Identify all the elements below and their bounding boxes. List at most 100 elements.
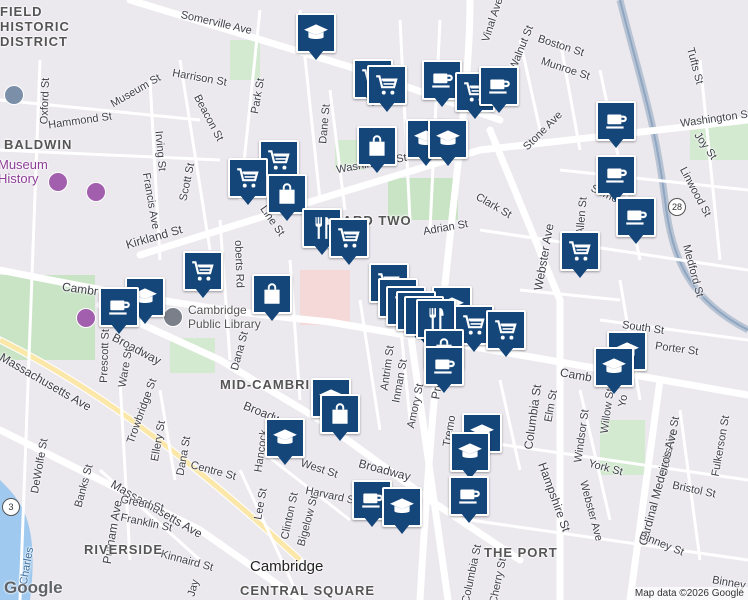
marker-tip xyxy=(332,431,348,441)
marker-tip xyxy=(394,524,410,534)
marker-tip xyxy=(498,347,514,357)
cart-icon xyxy=(192,261,214,281)
marker-tip xyxy=(608,138,624,148)
marker-body xyxy=(616,197,656,237)
marker-body xyxy=(450,432,490,472)
coffee-cup-icon xyxy=(459,489,480,504)
marker-body xyxy=(99,287,139,327)
poi-line: Museum xyxy=(0,157,48,172)
city-label: Cambridge xyxy=(250,558,324,575)
shopping-bag-icon xyxy=(369,135,385,156)
school-marker[interactable] xyxy=(450,432,490,482)
school-poi-icon[interactable] xyxy=(4,85,24,105)
marker-body xyxy=(596,101,636,141)
marker-tip xyxy=(341,255,357,265)
marker-tip xyxy=(572,268,588,278)
coffee-marker[interactable] xyxy=(616,197,656,247)
marker-tip xyxy=(606,384,622,394)
marker-tip xyxy=(440,156,456,166)
cart-marker[interactable] xyxy=(486,310,526,360)
cart-marker[interactable] xyxy=(329,218,369,268)
neighborhood-line: FIELD xyxy=(0,4,43,19)
neighborhood-label-baldwin: BALDWIN xyxy=(4,137,73,152)
marker-body xyxy=(479,66,519,106)
marker-tip xyxy=(264,311,280,321)
school-marker[interactable] xyxy=(428,119,468,169)
poi-museum-history[interactable]: Museum History xyxy=(0,158,48,186)
cart-marker[interactable] xyxy=(367,65,407,115)
marker-tip xyxy=(314,245,330,255)
neighborhood-line: DISTRICT xyxy=(0,34,68,49)
marker-tip xyxy=(111,324,127,334)
shopping-bag-icon xyxy=(332,403,348,424)
marker-tip xyxy=(364,517,380,527)
marker-body xyxy=(424,346,464,386)
coffee-marker[interactable] xyxy=(449,476,489,526)
marker-tip xyxy=(279,211,295,221)
graduation-cap-icon xyxy=(436,130,460,145)
cart-icon xyxy=(338,228,360,248)
marker-tip xyxy=(369,163,385,173)
school-marker[interactable] xyxy=(296,13,336,63)
coffee-marker[interactable] xyxy=(596,101,636,151)
coffee-cup-icon xyxy=(432,73,453,88)
cart-marker[interactable] xyxy=(560,231,600,281)
marker-body xyxy=(560,231,600,271)
bag-marker[interactable] xyxy=(252,274,292,324)
coffee-marker[interactable] xyxy=(424,346,464,396)
marker-tip xyxy=(240,195,256,205)
marker-body xyxy=(428,119,468,159)
bag-marker[interactable] xyxy=(357,126,397,176)
marker-tip xyxy=(628,234,644,244)
neighborhood-label-the-port: THE PORT xyxy=(484,545,558,560)
google-logo: Google xyxy=(4,578,63,597)
poi-line: History xyxy=(0,171,39,186)
school-marker[interactable] xyxy=(594,347,634,397)
map-canvas[interactable]: Somerville Ave Vinal Ave Walnut St Bosto… xyxy=(0,0,748,600)
street-label: oberts Rd xyxy=(232,239,246,289)
coffee-marker[interactable] xyxy=(479,66,519,116)
cart-icon xyxy=(268,150,290,170)
street-label: Prescott St xyxy=(97,328,112,384)
coffee-cup-icon xyxy=(434,359,455,374)
school-marker[interactable] xyxy=(265,418,305,468)
cart-icon xyxy=(495,320,517,340)
poi-cambridge-public-library[interactable]: Cambridge Public Library xyxy=(188,303,261,331)
shopping-bag-icon xyxy=(279,183,295,204)
coffee-cup-icon xyxy=(109,300,130,315)
cart-icon xyxy=(237,168,259,188)
shopping-bag-icon xyxy=(264,283,280,304)
route-shield-3: 3 xyxy=(2,498,20,516)
marker-body xyxy=(296,13,336,53)
museum-icon[interactable] xyxy=(48,172,68,192)
map-attribution[interactable]: Map data ©2026 Google xyxy=(630,587,748,600)
cart-marker[interactable] xyxy=(228,158,268,208)
museum-icon[interactable] xyxy=(86,182,106,202)
marker-body xyxy=(596,155,636,195)
museum-icon[interactable] xyxy=(76,308,96,328)
marker-body xyxy=(594,347,634,387)
coffee-cup-icon xyxy=(606,114,627,129)
marker-body xyxy=(357,126,397,166)
route-shield-28: 28 xyxy=(668,198,686,216)
marker-tip xyxy=(461,513,477,523)
marker-tip xyxy=(379,102,395,112)
cart-icon xyxy=(569,241,591,261)
cart-icon xyxy=(376,75,398,95)
cart-marker[interactable] xyxy=(183,251,223,301)
marker-tip xyxy=(195,288,211,298)
graduation-cap-icon xyxy=(273,429,297,444)
neighborhood-label-historic: FIELD HISTORIC DISTRICT xyxy=(0,4,70,49)
coffee-cup-icon xyxy=(626,210,647,225)
coffee-cup-icon xyxy=(489,79,510,94)
marker-body xyxy=(252,274,292,314)
coffee-marker[interactable] xyxy=(99,287,139,337)
bag-marker[interactable] xyxy=(320,394,360,444)
marker-body xyxy=(228,158,268,198)
bag-marker[interactable] xyxy=(267,174,307,224)
library-icon[interactable] xyxy=(163,307,183,327)
marker-body xyxy=(267,174,307,214)
school-marker[interactable] xyxy=(382,487,422,537)
neighborhood-label-central-square: CENTRAL SQUARE xyxy=(240,583,376,598)
graduation-cap-icon xyxy=(458,443,482,458)
